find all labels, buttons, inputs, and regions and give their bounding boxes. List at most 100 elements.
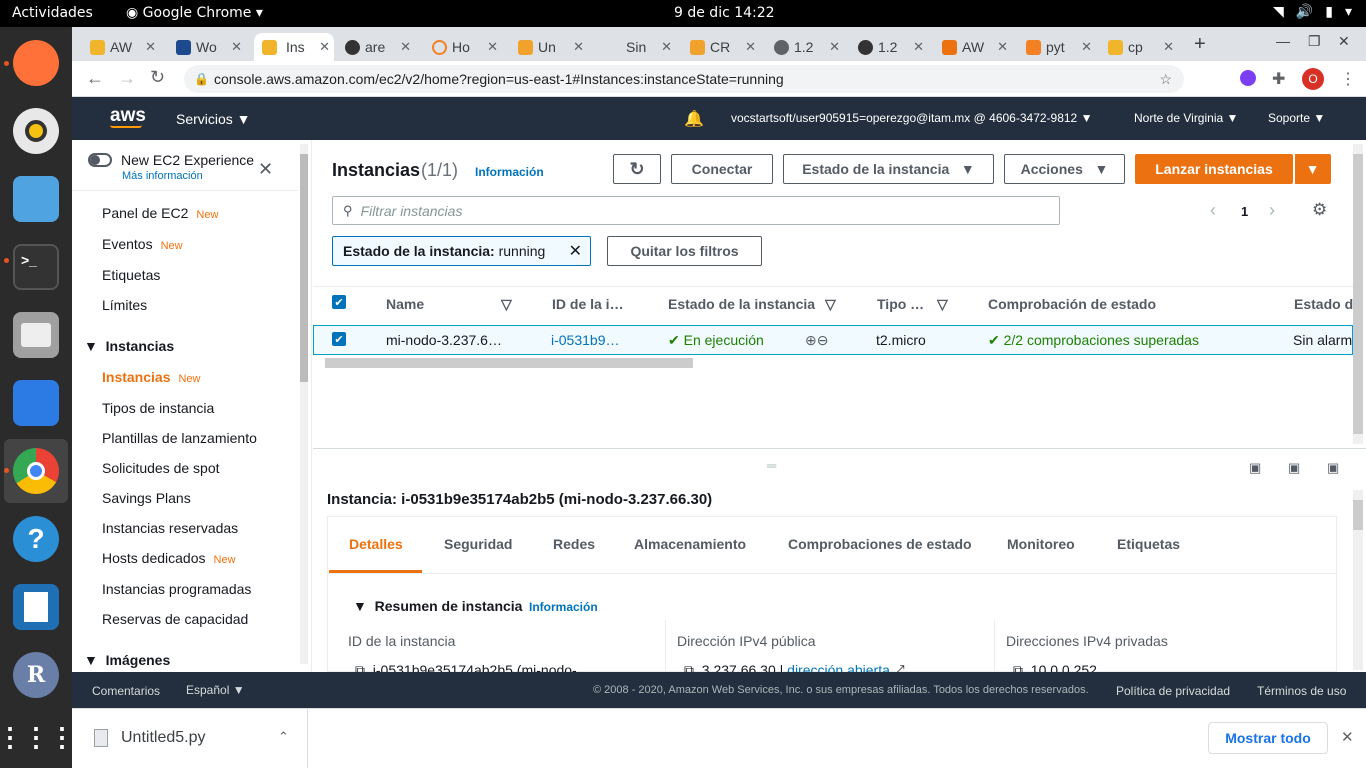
tab-3[interactable]: are ✕: [345, 33, 415, 61]
r-icon[interactable]: R: [13, 652, 59, 698]
sidebar-item-dashboard[interactable]: Panel de EC2 New: [102, 205, 218, 221]
tab-1[interactable]: Wo ✕: [176, 33, 246, 61]
reload-icon[interactable]: ↻: [150, 67, 165, 88]
star-icon[interactable]: ☆: [1159, 71, 1172, 88]
close-icon[interactable]: ✕: [997, 39, 1008, 55]
column-state[interactable]: Estado de la instancia: [668, 296, 815, 312]
help-icon[interactable]: ?: [13, 516, 59, 562]
sidebar-item-scheduled[interactable]: Instancias programadas: [102, 581, 251, 597]
tab-monitoring[interactable]: Monitoreo: [1007, 536, 1075, 552]
launch-dropdown-button[interactable]: ▼: [1294, 154, 1331, 184]
sort-icon[interactable]: ▽: [501, 296, 512, 313]
close-icon[interactable]: ✕: [145, 39, 156, 55]
tab-0[interactable]: AW ✕: [90, 33, 160, 61]
settings-gear-icon[interactable]: ⚙: [1312, 200, 1327, 220]
show-apps-icon[interactable]: ⋮⋮⋮: [0, 714, 75, 760]
writer-icon[interactable]: [13, 584, 59, 630]
files-icon[interactable]: [13, 312, 59, 358]
new-experience-toggle[interactable]: [88, 153, 112, 167]
download-item[interactable]: Untitled5.py ⌃: [72, 709, 308, 768]
sort-icon[interactable]: ▽: [825, 296, 836, 313]
sidebar-item-dedicated[interactable]: Hosts dedicados New: [102, 550, 236, 566]
image-viewer-icon[interactable]: [13, 176, 59, 222]
column-alarm[interactable]: Estado d: [1294, 296, 1353, 312]
tab-10[interactable]: AW ✕: [942, 33, 1012, 61]
tab-tags[interactable]: Etiquetas: [1117, 536, 1180, 552]
close-icon[interactable]: ✕: [231, 39, 242, 55]
terms-link[interactable]: Términos de uso: [1257, 684, 1346, 698]
window-close-button[interactable]: ✕: [1338, 33, 1350, 50]
show-all-button[interactable]: Mostrar todo: [1208, 722, 1328, 754]
tab-security[interactable]: Seguridad: [444, 536, 512, 552]
bell-icon[interactable]: 🔔: [684, 109, 704, 129]
split-divider[interactable]: [313, 448, 1366, 449]
row-checkbox[interactable]: ✔: [332, 332, 346, 346]
panel-layout-icon[interactable]: ▣: [1288, 460, 1300, 476]
tab-storage[interactable]: Almacenamiento: [634, 536, 746, 552]
close-icon[interactable]: ✕: [829, 39, 840, 55]
terminal-icon[interactable]: >_: [13, 244, 59, 290]
comments-link[interactable]: Comentarios: [92, 684, 160, 698]
launch-instances-button[interactable]: Lanzar instancias: [1135, 154, 1293, 184]
close-icon[interactable]: ✕: [1163, 39, 1174, 55]
sidebar-item-events[interactable]: Eventos New: [102, 236, 183, 252]
vertical-scrollbar[interactable]: [1353, 144, 1363, 444]
sidebar-item-reserved[interactable]: Instancias reservadas: [102, 520, 238, 536]
chrome-icon[interactable]: [13, 448, 59, 494]
select-all-checkbox[interactable]: ✔: [332, 295, 346, 309]
sidebar-item-launch-templates[interactable]: Plantillas de lanzamiento: [102, 430, 257, 446]
sidebar-item-instance-types[interactable]: Tipos de instancia: [102, 400, 214, 416]
sidebar-item-instances[interactable]: Instancias New: [102, 369, 201, 385]
app-menu[interactable]: ◉ Google Chrome ▾: [126, 5, 263, 21]
language-menu[interactable]: Español ▼: [186, 683, 245, 697]
panel-layout-icon[interactable]: ▣: [1327, 460, 1339, 476]
tab-6[interactable]: Sin ✕: [606, 33, 676, 61]
column-name[interactable]: Name: [386, 296, 424, 312]
actions-button[interactable]: Acciones ▼: [1004, 154, 1125, 184]
tab-status-checks[interactable]: Comprobaciones de estado: [788, 536, 972, 552]
software-store-icon[interactable]: [13, 380, 59, 426]
firefox-icon[interactable]: [13, 40, 59, 86]
column-status-check[interactable]: Comprobación de estado: [988, 296, 1156, 312]
close-icon[interactable]: ✕: [1341, 728, 1354, 746]
support-menu[interactable]: Soporte ▼: [1268, 111, 1325, 125]
info-link[interactable]: Información: [529, 600, 598, 614]
tab-12[interactable]: cp ✕: [1108, 33, 1178, 61]
tab-networking[interactable]: Redes: [553, 536, 595, 552]
forward-icon[interactable]: →: [118, 68, 136, 89]
aws-logo[interactable]: aws: [110, 105, 146, 127]
panel-layout-icon[interactable]: ▣: [1249, 460, 1261, 476]
summary-header[interactable]: ▼ Resumen de instancia: [353, 598, 522, 614]
zoom-icons[interactable]: ⊕⊖: [805, 332, 828, 349]
close-icon[interactable]: ✕: [913, 39, 924, 55]
menu-icon[interactable]: ⋮: [1340, 69, 1356, 89]
drag-handle-icon[interactable]: ═: [767, 458, 776, 473]
page-number[interactable]: 1: [1241, 204, 1248, 219]
sidebar-item-savings[interactable]: Savings Plans: [102, 490, 191, 506]
profile-avatar[interactable]: O: [1302, 68, 1324, 90]
sidebar-item-spot[interactable]: Solicitudes de spot: [102, 460, 220, 476]
info-link[interactable]: Información: [475, 165, 544, 179]
next-page-icon[interactable]: ›: [1269, 200, 1275, 221]
close-icon[interactable]: ✕: [569, 241, 582, 261]
new-tab-button[interactable]: +: [1194, 33, 1206, 56]
puzzle-icon[interactable]: ✚: [1272, 69, 1285, 89]
prev-page-icon[interactable]: ‹: [1210, 200, 1216, 221]
back-icon[interactable]: ←: [86, 68, 104, 89]
tab-details[interactable]: Detalles: [349, 536, 403, 552]
chevron-up-icon[interactable]: ⌃: [278, 729, 289, 745]
column-type[interactable]: Tipo …: [877, 296, 924, 312]
privacy-link[interactable]: Política de privacidad: [1116, 684, 1230, 698]
tab-5[interactable]: Un ✕: [518, 33, 588, 61]
sidebar-item-tags[interactable]: Etiquetas: [102, 267, 160, 283]
close-icon[interactable]: ✕: [745, 39, 756, 55]
cell-instance-id[interactable]: i-0531b9…: [551, 332, 620, 348]
system-tray[interactable]: ◥ 🔊 ▮ ▾: [1273, 4, 1352, 20]
horizontal-scrollbar[interactable]: [325, 358, 693, 368]
tab-2[interactable]: Ins ✕: [254, 33, 334, 61]
region-menu[interactable]: Norte de Virginia ▼: [1134, 111, 1238, 125]
tab-9[interactable]: 1.2 ✕: [858, 33, 928, 61]
tab-8[interactable]: 1.2 ✕: [774, 33, 844, 61]
filter-input[interactable]: ⚲ Filtrar instancias: [332, 196, 1060, 225]
minimize-button[interactable]: —: [1276, 33, 1290, 49]
